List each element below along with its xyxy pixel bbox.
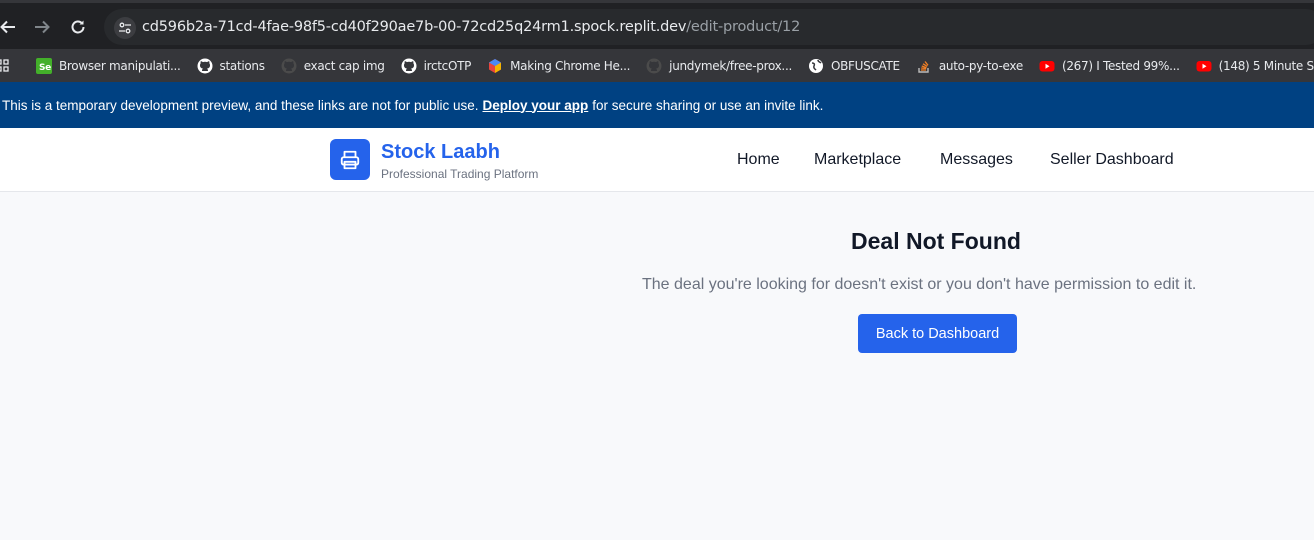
browser-toolbar: cd596b2a-71cd-4fae-98f5-cd40f290ae7b-00-… (0, 0, 1314, 49)
app-header: Stock Laabh Professional Trading Platfor… (0, 128, 1314, 192)
page-title: Deal Not Found (851, 228, 1021, 254)
bookmark-item[interactable]: OBFUSCATE (800, 53, 908, 79)
bookmark-label: (267) I Tested 99%... (1061, 58, 1180, 73)
bookmark-label: exact cap img (303, 58, 385, 73)
dev-preview-banner: This is a temporary development preview,… (0, 82, 1314, 128)
youtube-icon (1196, 58, 1212, 74)
bookmark-item[interactable]: Making Chrome He... (479, 53, 638, 79)
bookmark-item[interactable]: auto-py-to-exe (908, 53, 1031, 79)
back-to-dashboard-button[interactable]: Back to Dashboard (858, 314, 1017, 353)
url-path: /edit-product/12 (686, 19, 801, 35)
bookmark-item[interactable]: (148) 5 Minute Scal... (1188, 53, 1314, 79)
github-icon (646, 58, 662, 74)
bookmark-label: (148) 5 Minute Scal... (1218, 58, 1314, 73)
url-host: cd596b2a-71cd-4fae-98f5-cd40f290ae7b-00-… (142, 19, 687, 35)
brand-tagline: Professional Trading Platform (381, 167, 539, 181)
github-icon (281, 58, 297, 74)
deploy-app-link[interactable]: Deploy your app (483, 98, 589, 113)
bookmark-label: Making Chrome He... (510, 58, 631, 73)
nav-marketplace[interactable]: Marketplace (814, 151, 901, 169)
nav-home[interactable]: Home (737, 151, 780, 169)
banner-text: This is a temporary development preview,… (2, 97, 479, 113)
bookmark-item[interactable]: exact cap img (273, 53, 393, 79)
error-message: The deal you're looking for doesn't exis… (642, 276, 1197, 293)
back-icon[interactable] (0, 13, 22, 41)
banner-text-after: for secure sharing or use an invite link… (592, 97, 824, 113)
selenium-icon: Se (36, 57, 52, 74)
brand-name[interactable]: Stock Laabh (381, 141, 500, 164)
reload-icon[interactable] (64, 13, 92, 41)
github-icon (401, 58, 417, 74)
bookmark-item[interactable]: Se Browser manipulati... (28, 53, 189, 79)
bookmark-item[interactable]: jundymek/free-prox... (638, 53, 800, 79)
forward-icon[interactable] (28, 13, 56, 41)
apps-grid-icon[interactable] (0, 53, 18, 79)
bookmark-label: jundymek/free-prox... (669, 58, 792, 73)
nav-seller-dashboard[interactable]: Seller Dashboard (1050, 151, 1174, 169)
address-bar[interactable]: cd596b2a-71cd-4fae-98f5-cd40f290ae7b-00-… (104, 9, 1314, 45)
site-info-icon[interactable] (114, 17, 136, 39)
bookmark-item[interactable]: (267) I Tested 99%... (1031, 53, 1188, 79)
youtube-icon (1039, 58, 1055, 74)
printer-logo-icon[interactable] (330, 139, 370, 180)
bookmark-label: Browser manipulati... (59, 58, 181, 73)
stackoverflow-icon (916, 58, 932, 74)
bookmarks-bar: Se Browser manipulati... stations exact cap… (0, 49, 1314, 82)
globe-icon (808, 58, 824, 74)
bookmark-label: OBFUSCATE (830, 58, 900, 73)
github-icon (197, 58, 213, 74)
url-text: cd596b2a-71cd-4fae-98f5-cd40f290ae7b-00-… (142, 19, 800, 35)
nav-messages[interactable]: Messages (940, 151, 1013, 169)
svg-text:Se: Se (39, 63, 51, 73)
bookmark-label: auto-py-to-exe (938, 58, 1023, 73)
bookmark-label: irctcOTP (423, 58, 472, 73)
bookmark-item[interactable]: irctcOTP (393, 53, 480, 79)
bookmark-label: stations (219, 58, 265, 73)
chrome-ext-icon (487, 58, 503, 74)
bookmark-item[interactable]: stations (189, 53, 273, 79)
